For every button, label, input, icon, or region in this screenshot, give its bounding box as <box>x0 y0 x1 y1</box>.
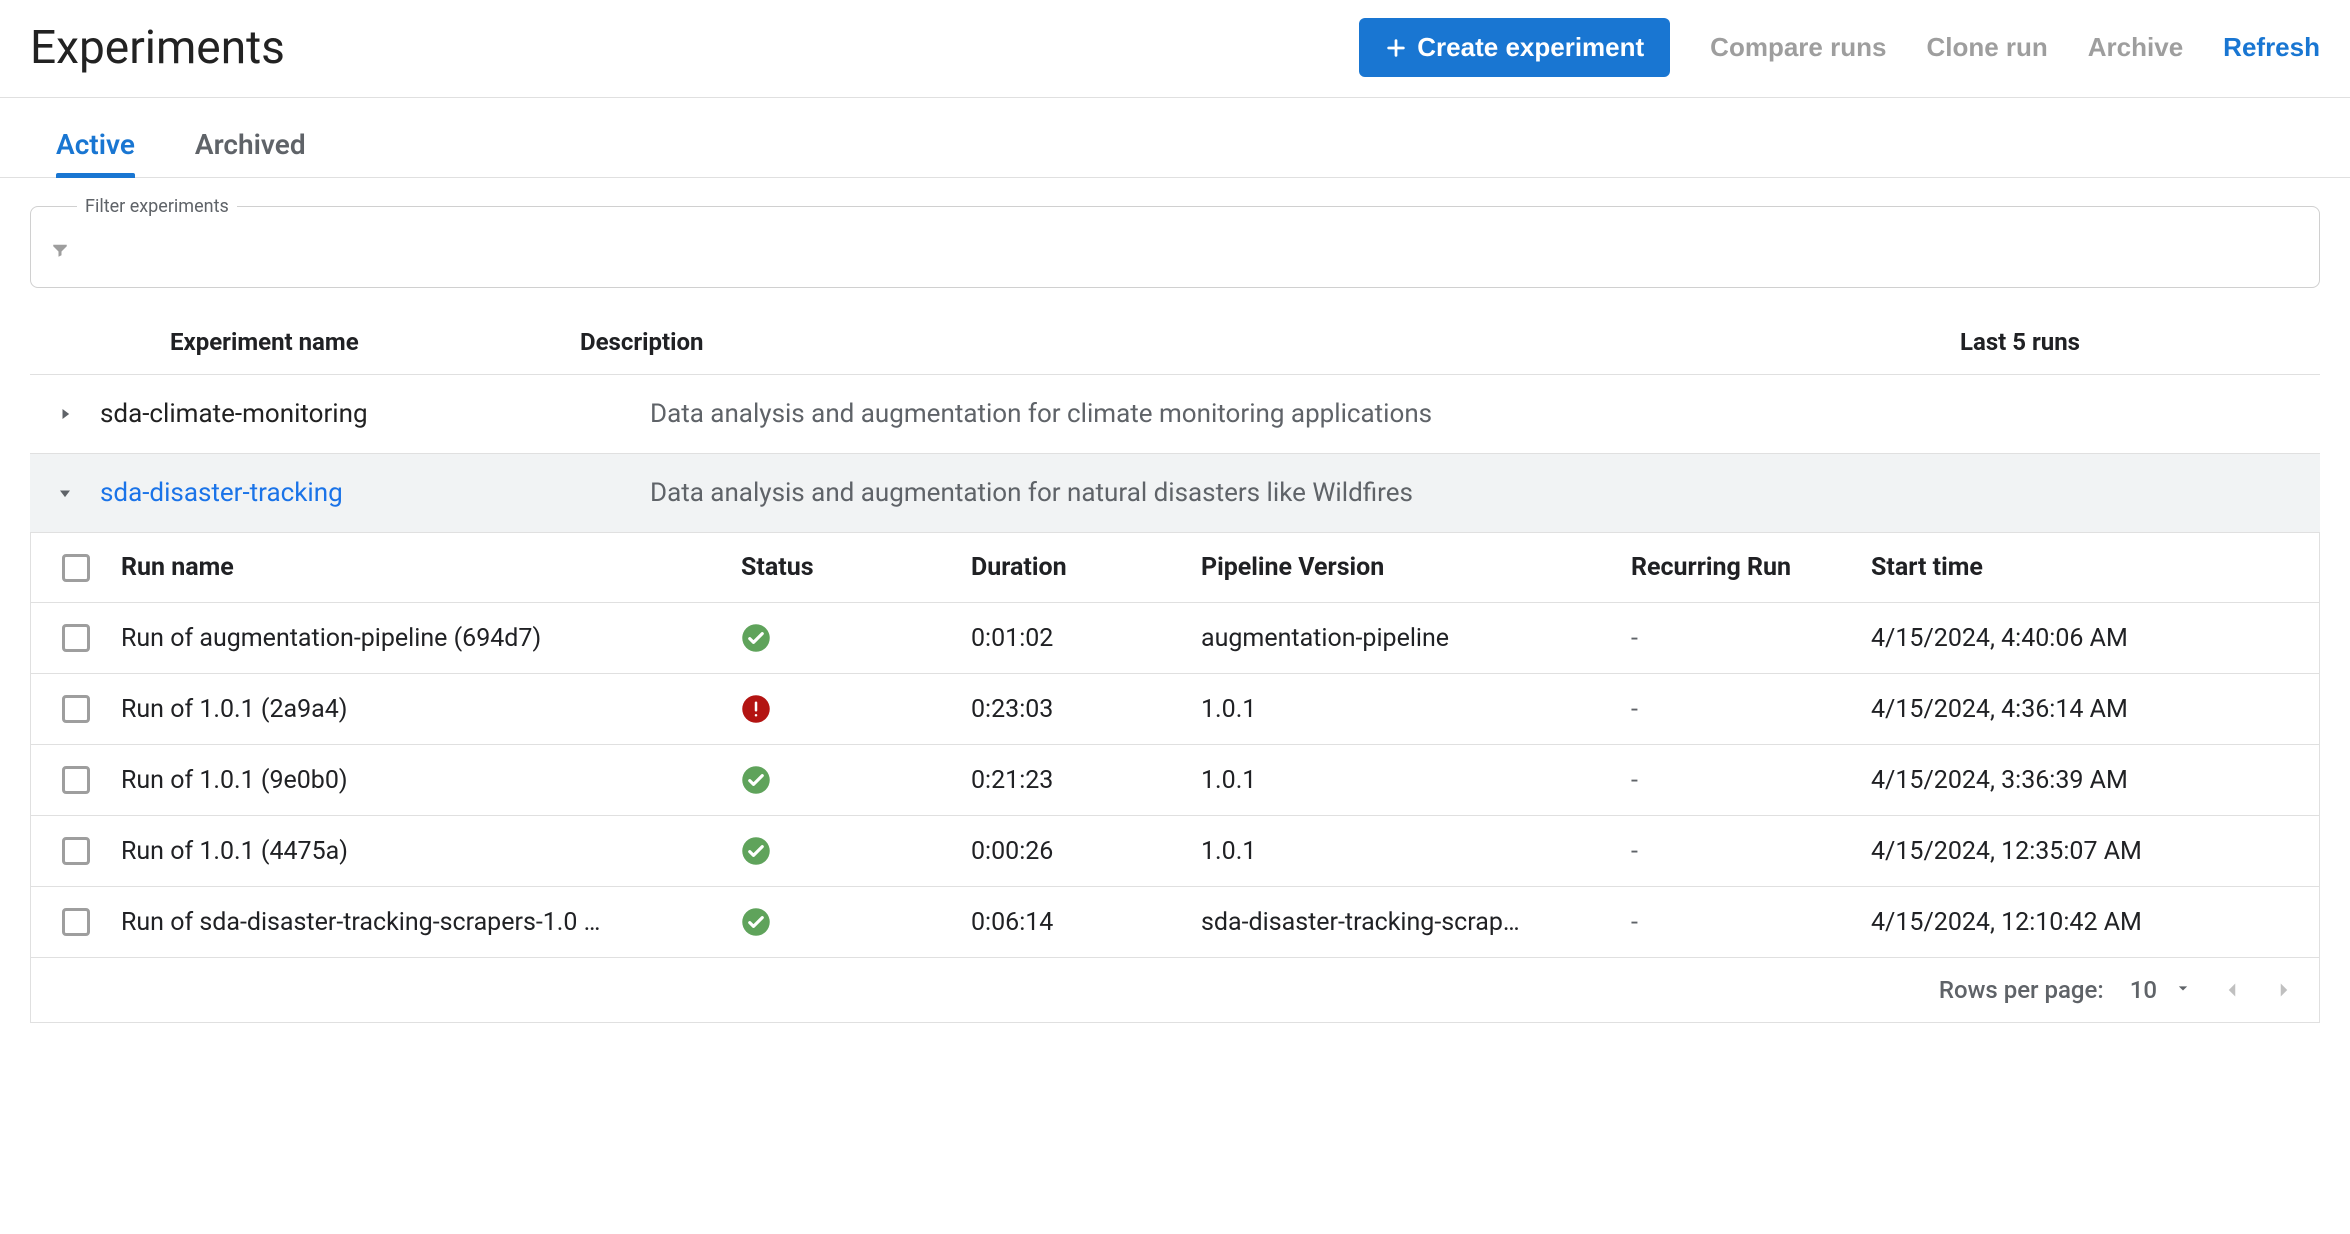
run-start: 4/15/2024, 4:40:06 AM <box>1871 624 2319 653</box>
experiment-name[interactable]: sda-disaster-tracking <box>100 478 343 508</box>
run-duration: 0:06:14 <box>971 908 1201 937</box>
col-header-run-name: Run name <box>121 553 741 582</box>
run-pipeline[interactable]: sda-disaster-tracking-scrap… <box>1201 908 1631 937</box>
run-recurring: - <box>1631 695 1871 724</box>
col-header-start: Start time <box>1871 553 2319 582</box>
run-start: 4/15/2024, 12:35:07 AM <box>1871 837 2319 866</box>
run-pipeline[interactable]: 1.0.1 <box>1201 695 1631 724</box>
run-name[interactable]: Run of 1.0.1 (9e0b0) <box>121 766 741 795</box>
run-duration: 0:00:26 <box>971 837 1201 866</box>
archive-button[interactable]: Archive <box>2088 32 2183 63</box>
compare-runs-button[interactable]: Compare runs <box>1710 32 1886 63</box>
run-status <box>741 694 971 724</box>
runs-table: Run name Status Duration Pipeline Versio… <box>30 533 2320 1023</box>
col-header-exp-name: Experiment name <box>30 328 580 356</box>
col-header-pipeline: Pipeline Version <box>1201 553 1631 582</box>
run-checkbox[interactable] <box>62 908 90 936</box>
run-row[interactable]: Run of augmentation-pipeline (694d7) 0:01… <box>31 603 2319 674</box>
success-icon <box>741 907 971 937</box>
run-pipeline[interactable]: 1.0.1 <box>1201 766 1631 795</box>
tab-active[interactable]: Active <box>56 128 135 177</box>
filter-experiments: Filter experiments <box>30 196 2320 288</box>
run-name[interactable]: Run of augmentation-pipeline (694d7) <box>121 624 741 653</box>
header-actions: Create experiment Compare runs Clone run… <box>1359 18 2320 77</box>
runs-header-row: Run name Status Duration Pipeline Versio… <box>31 533 2319 603</box>
rows-per-page-label: Rows per page: <box>1939 976 2104 1004</box>
success-icon <box>741 836 971 866</box>
run-row[interactable]: Run of 1.0.1 (9e0b0) 0:21:231.0.1-4/15/20… <box>31 745 2319 816</box>
run-pipeline[interactable]: augmentation-pipeline <box>1201 624 1631 653</box>
run-name[interactable]: Run of 1.0.1 (2a9a4) <box>121 695 741 724</box>
prev-page-button[interactable] <box>2219 977 2245 1003</box>
run-recurring: - <box>1631 624 1871 653</box>
run-checkbox[interactable] <box>62 837 90 865</box>
run-start: 4/15/2024, 3:36:39 AM <box>1871 766 2319 795</box>
experiment-row[interactable]: sda-climate-monitoring Data analysis and… <box>30 375 2320 454</box>
create-experiment-label: Create experiment <box>1417 32 1644 63</box>
run-status <box>741 836 971 866</box>
run-start: 4/15/2024, 12:10:42 AM <box>1871 908 2319 937</box>
success-icon <box>741 765 971 795</box>
tabs: Active Archived <box>0 98 2350 178</box>
page-title: Experiments <box>30 21 285 75</box>
col-header-recurring: Recurring Run <box>1631 553 1871 582</box>
create-experiment-button[interactable]: Create experiment <box>1359 18 1670 77</box>
run-checkbox[interactable] <box>62 695 90 723</box>
chevron-down-icon <box>2173 976 2193 1004</box>
col-header-duration: Duration <box>971 553 1201 582</box>
experiments-table: Experiment name Description Last 5 runs … <box>30 312 2320 533</box>
run-recurring: - <box>1631 908 1871 937</box>
rows-per-page-value: 10 <box>2130 976 2157 1004</box>
col-header-desc: Description <box>580 328 1960 356</box>
filter-legend: Filter experiments <box>77 196 237 217</box>
run-status <box>741 765 971 795</box>
filter-icon <box>51 240 69 265</box>
select-all-checkbox[interactable] <box>62 554 90 582</box>
rows-per-page-select[interactable]: 10 <box>2130 976 2193 1004</box>
run-row[interactable]: Run of sda-disaster-tracking-scrapers-1.… <box>31 887 2319 958</box>
run-status <box>741 623 971 653</box>
filter-input[interactable] <box>81 239 2299 265</box>
refresh-button[interactable]: Refresh <box>2223 32 2320 63</box>
run-row[interactable]: Run of 1.0.1 (4475a) 0:00:261.0.1-4/15/20… <box>31 816 2319 887</box>
run-status <box>741 907 971 937</box>
run-row[interactable]: Run of 1.0.1 (2a9a4) 0:23:031.0.1-4/15/20… <box>31 674 2319 745</box>
experiments-header-row: Experiment name Description Last 5 runs <box>30 312 2320 375</box>
error-icon <box>741 694 971 724</box>
tab-archived[interactable]: Archived <box>195 128 306 177</box>
pagination: Rows per page: 10 <box>31 958 2319 1022</box>
next-page-button[interactable] <box>2271 977 2297 1003</box>
experiment-row[interactable]: sda-disaster-tracking Data analysis and … <box>30 454 2320 533</box>
clone-run-button[interactable]: Clone run <box>1926 32 2047 63</box>
experiment-desc: Data analysis and augmentation for natur… <box>650 478 1960 508</box>
run-pipeline[interactable]: 1.0.1 <box>1201 837 1631 866</box>
caret-right-icon[interactable] <box>55 404 75 424</box>
success-icon <box>741 623 971 653</box>
run-duration: 0:23:03 <box>971 695 1201 724</box>
run-duration: 0:01:02 <box>971 624 1201 653</box>
run-start: 4/15/2024, 4:36:14 AM <box>1871 695 2319 724</box>
run-recurring: - <box>1631 837 1871 866</box>
col-header-status: Status <box>741 553 971 582</box>
run-recurring: - <box>1631 766 1871 795</box>
experiment-desc: Data analysis and augmentation for clima… <box>650 399 1960 429</box>
run-name[interactable]: Run of 1.0.1 (4475a) <box>121 837 741 866</box>
run-name[interactable]: Run of sda-disaster-tracking-scrapers-1.… <box>121 908 741 937</box>
caret-down-icon[interactable] <box>55 483 75 503</box>
run-duration: 0:21:23 <box>971 766 1201 795</box>
page-header: Experiments Create experiment Compare ru… <box>0 0 2350 98</box>
col-header-last5: Last 5 runs <box>1960 328 2320 356</box>
run-checkbox[interactable] <box>62 766 90 794</box>
run-checkbox[interactable] <box>62 624 90 652</box>
experiment-name[interactable]: sda-climate-monitoring <box>100 399 368 429</box>
plus-icon <box>1385 37 1407 59</box>
